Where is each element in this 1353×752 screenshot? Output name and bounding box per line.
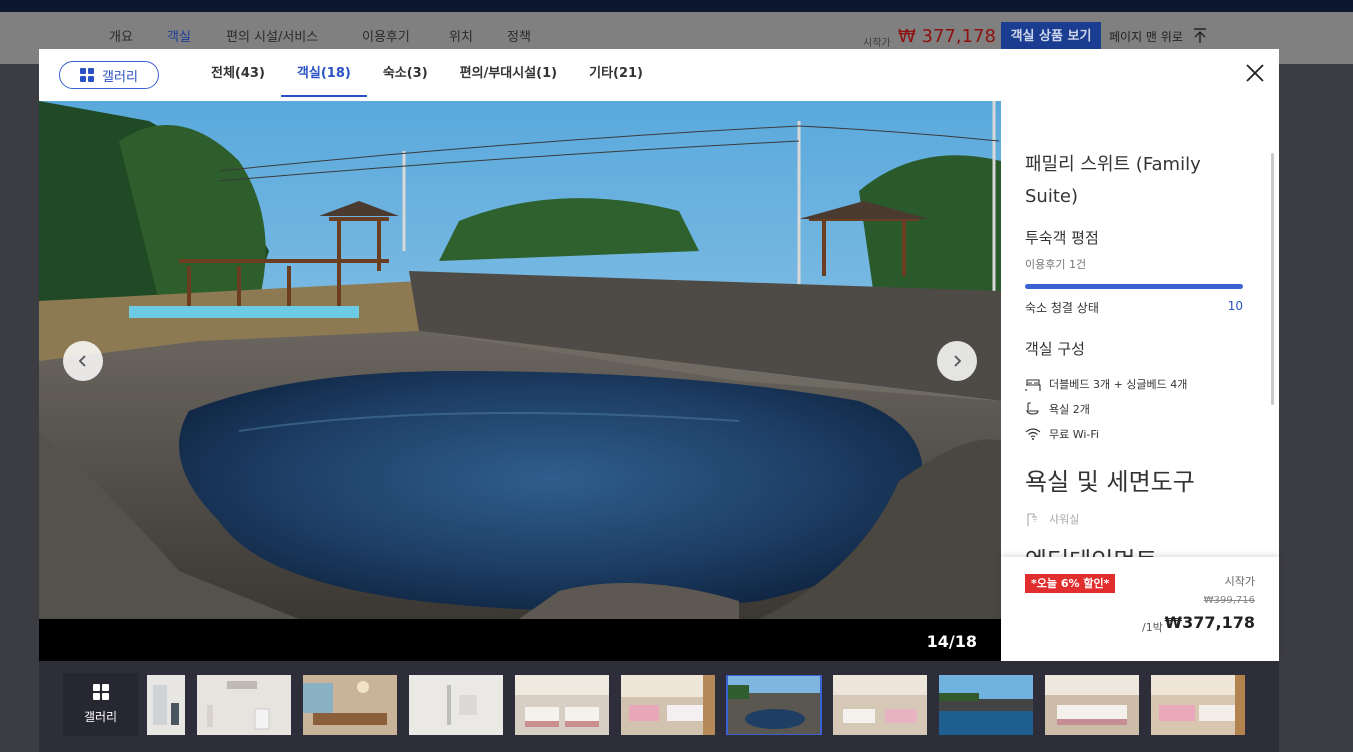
photo-viewer: 14/18 bbox=[39, 101, 1001, 661]
cleanliness-bar bbox=[1025, 284, 1243, 289]
thumbnail[interactable] bbox=[409, 675, 503, 735]
bathtub-icon bbox=[1026, 402, 1039, 415]
info-scrollbar[interactable] bbox=[1271, 153, 1274, 405]
photo-counter: 14/18 bbox=[926, 632, 977, 651]
room-info-scroll[interactable]: 패밀리 스위트 (Family Suite) 투숙객 평점 이용후기 1건 숙소… bbox=[1001, 101, 1279, 559]
per-night-label: /1박 bbox=[1142, 621, 1163, 634]
bg-tab-overview[interactable]: 개요 bbox=[109, 26, 133, 45]
feature-item: 무료 Wi-Fi bbox=[1025, 426, 1255, 442]
main-photo bbox=[39, 101, 1001, 619]
modal-header: 갤러리 전체(43) 객실(18) 숙소(3) 편의/부대시설(1) 기타(21… bbox=[39, 49, 1279, 101]
thumbnail-strip: 갤러리 bbox=[39, 661, 1279, 752]
thumbnail[interactable] bbox=[515, 675, 609, 735]
gallery-button-label: 갤러리 bbox=[102, 69, 138, 85]
strip-gallery-label: 갤러리 bbox=[83, 710, 118, 724]
bg-tab-location[interactable]: 위치 bbox=[449, 26, 473, 45]
bg-tab-rooms[interactable]: 객실 bbox=[167, 26, 191, 45]
wifi-icon bbox=[1025, 428, 1041, 440]
review-count: 이용후기 1건 bbox=[1025, 258, 1087, 271]
feature-text: 무료 Wi-Fi bbox=[1049, 428, 1099, 441]
cleanliness-score: 10 bbox=[1227, 299, 1243, 313]
cleanliness-label: 숙소 청결 상태 bbox=[1025, 301, 1099, 315]
bath-heading: 욕실 및 세면도구 bbox=[1025, 468, 1195, 496]
shower-item: 샤워실 bbox=[1025, 511, 1255, 527]
close-icon[interactable] bbox=[1243, 61, 1267, 85]
shower-text: 샤워실 bbox=[1049, 513, 1080, 526]
tab-all[interactable]: 전체(43) bbox=[195, 49, 281, 97]
thumbnail-list bbox=[147, 675, 1247, 735]
thumbnail[interactable] bbox=[197, 675, 291, 735]
thumbnail[interactable] bbox=[833, 675, 927, 735]
thumbnail[interactable] bbox=[1045, 675, 1139, 735]
tab-other[interactable]: 기타(21) bbox=[573, 49, 659, 97]
bg-price: ₩ 377,178 bbox=[898, 26, 996, 47]
back-to-top-link[interactable]: 페이지 맨 위로 bbox=[1109, 28, 1183, 45]
feature-text: 더블베드 3개 + 싱글베드 4개 bbox=[1049, 378, 1188, 391]
chevron-right-icon bbox=[954, 355, 962, 367]
final-price: ₩377,178 bbox=[1164, 613, 1255, 632]
thumbnail[interactable] bbox=[147, 675, 185, 735]
thumbnail[interactable] bbox=[621, 675, 715, 735]
gallery-button[interactable]: 갤러리 bbox=[59, 61, 159, 89]
site-top-bar bbox=[0, 0, 1353, 12]
bg-tab-facilities[interactable]: 편의 시설/서비스 bbox=[226, 26, 318, 45]
shower-icon bbox=[1027, 513, 1037, 526]
room-config-heading: 객실 구성 bbox=[1025, 340, 1085, 358]
feature-item: 더블베드 3개 + 싱글베드 4개 bbox=[1025, 376, 1255, 392]
strip-gallery-button[interactable]: 갤러리 bbox=[63, 673, 138, 736]
arrow-up-icon[interactable] bbox=[1192, 26, 1208, 44]
photo-category-tabs: 전체(43) 객실(18) 숙소(3) 편의/부대시설(1) 기타(21) bbox=[195, 49, 659, 101]
thumbnail[interactable] bbox=[939, 675, 1033, 735]
cleanliness-row: 숙소 청결 상태 10 bbox=[1025, 299, 1243, 316]
feature-text: 욕실 2개 bbox=[1049, 403, 1090, 416]
view-rooms-button[interactable]: 객실 상품 보기 bbox=[1001, 22, 1101, 52]
grid-icon bbox=[92, 684, 109, 700]
prev-photo-button[interactable] bbox=[63, 341, 103, 381]
tab-rooms[interactable]: 객실(18) bbox=[280, 49, 367, 97]
guest-rating-heading: 투숙객 평점 bbox=[1025, 229, 1099, 247]
grid-icon bbox=[80, 68, 95, 82]
room-info-panel: 패밀리 스위트 (Family Suite) 투숙객 평점 이용후기 1건 숙소… bbox=[1001, 101, 1279, 661]
price-box: *오늘 6% 할인* 시작가 ₩399,716 /1박 ₩377,178 bbox=[1001, 557, 1279, 661]
room-title: 패밀리 스위트 (Family Suite) bbox=[1025, 154, 1201, 207]
price-from-label: 시작가 bbox=[1224, 575, 1255, 588]
bg-tab-policy[interactable]: 정책 bbox=[507, 26, 531, 45]
gallery-modal: 갤러리 전체(43) 객실(18) 숙소(3) 편의/부대시설(1) 기타(21… bbox=[39, 49, 1279, 661]
thumbnail[interactable] bbox=[1151, 675, 1245, 735]
thumbnail-selected[interactable] bbox=[726, 675, 822, 735]
feature-item: 욕실 2개 bbox=[1025, 401, 1255, 417]
original-price: ₩399,716 bbox=[1203, 595, 1255, 606]
bg-price-from-label: 시작가 bbox=[863, 38, 891, 49]
chevron-left-icon bbox=[78, 355, 86, 367]
next-photo-button[interactable] bbox=[937, 341, 977, 381]
bg-tab-reviews[interactable]: 이용후기 bbox=[362, 26, 410, 45]
thumbnail[interactable] bbox=[303, 675, 397, 735]
bed-icon bbox=[1025, 379, 1041, 391]
tab-property[interactable]: 숙소(3) bbox=[367, 49, 444, 97]
discount-badge: *오늘 6% 할인* bbox=[1025, 574, 1116, 593]
tab-amenities[interactable]: 편의/부대시설(1) bbox=[444, 49, 573, 97]
